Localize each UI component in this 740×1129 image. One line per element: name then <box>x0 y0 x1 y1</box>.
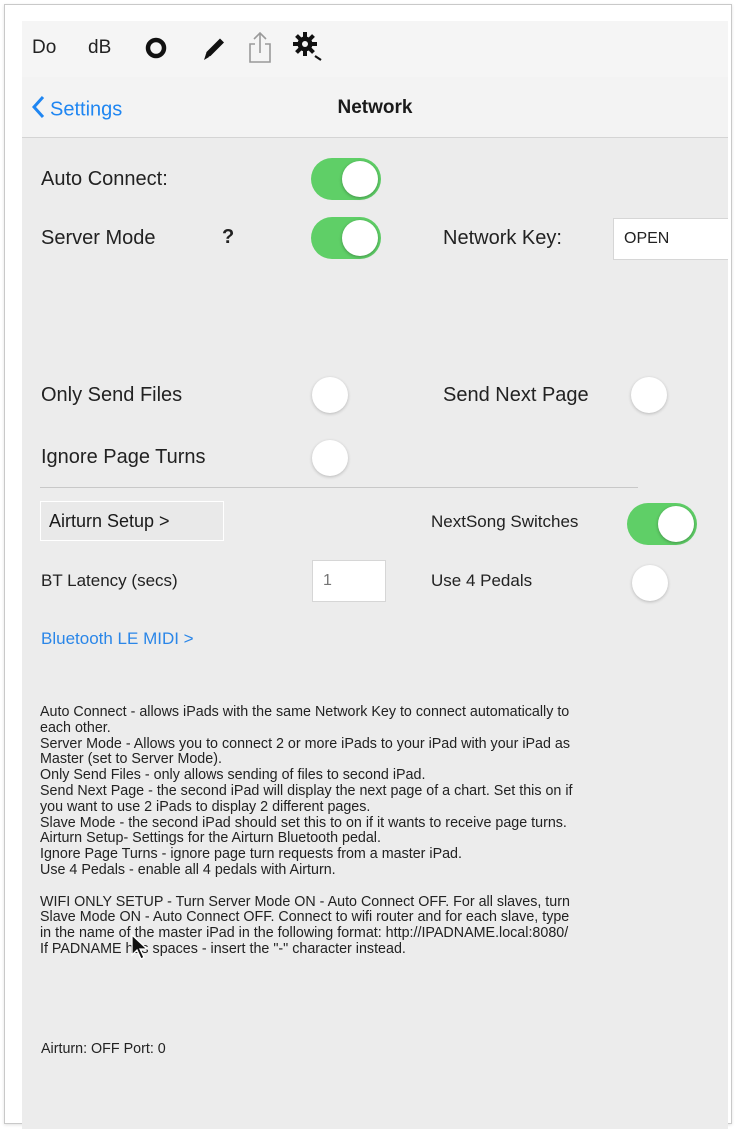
help-line: each other. <box>40 719 111 736</box>
page-title: Network <box>337 97 413 118</box>
help-line: Auto Connect - allows iPads with the sam… <box>40 704 570 720</box>
help-line: Airturn Setup- Settings for the Airturn … <box>40 830 381 847</box>
bluetooth-le-midi-link[interactable]: Bluetooth LE MIDI > <box>41 629 194 649</box>
share-icon[interactable] <box>246 31 274 71</box>
help-line: Only Send Files - only allows sending of… <box>40 767 426 784</box>
auto-connect-toggle[interactable] <box>311 158 381 200</box>
help-line <box>40 879 720 895</box>
ignore-page-turns-toggle[interactable] <box>312 438 352 480</box>
help-line: you want to use 2 iPads to display 2 dif… <box>40 798 371 815</box>
help-line: WIFI ONLY SETUP - Turn Server Mode ON - … <box>40 893 570 910</box>
network-key-input[interactable]: OPEN <box>613 218 728 260</box>
send-next-page-toggle[interactable] <box>631 375 671 417</box>
help-line: Send Next Page - the second iPad will di… <box>40 782 573 799</box>
toggle-knob <box>658 506 694 542</box>
section-divider <box>40 487 638 488</box>
navigation-bar: Settings Network <box>22 77 728 138</box>
toggle-knob <box>342 220 378 256</box>
network-key-label: Network Key: <box>443 227 562 249</box>
nextsong-switches-toggle[interactable] <box>627 503 697 545</box>
bt-latency-input[interactable] <box>312 560 386 602</box>
only-send-files-toggle[interactable] <box>312 375 352 417</box>
use-4-pedals-label: Use 4 Pedals <box>431 571 533 590</box>
pencil-icon[interactable] <box>200 33 228 69</box>
db-button[interactable]: dB <box>88 37 111 59</box>
send-next-page-label: Send Next Page <box>443 384 589 406</box>
toggle-knob <box>632 565 668 601</box>
server-mode-toggle[interactable] <box>311 217 381 259</box>
toggle-knob <box>312 377 348 413</box>
help-line: Slave Mode - the second iPad should set … <box>40 814 567 831</box>
nextsong-switches-label: NextSong Switches <box>431 512 579 531</box>
server-mode-help-button[interactable]: ? <box>222 226 234 249</box>
settings-screen: Do dB Settings Network Auto Connect: Ser… <box>22 21 728 1129</box>
gear-icon[interactable] <box>290 29 326 71</box>
toggle-knob <box>631 377 667 413</box>
record-icon[interactable] <box>143 35 169 67</box>
cursor-icon <box>130 933 150 966</box>
top-toolbar: Do dB <box>22 21 728 77</box>
ignore-page-turns-label: Ignore Page Turns <box>41 446 206 468</box>
toggle-knob <box>312 440 348 476</box>
use-4-pedals-toggle[interactable] <box>632 563 672 605</box>
toggle-knob <box>342 161 378 197</box>
help-text: Auto Connect - allows iPads with the sam… <box>40 704 720 958</box>
do-button[interactable]: Do <box>32 37 56 59</box>
bt-latency-label: BT Latency (secs) <box>41 571 178 590</box>
airturn-setup-button[interactable]: Airturn Setup > <box>40 501 224 541</box>
help-line: Master (set to Server Mode). <box>40 751 222 768</box>
server-mode-label: Server Mode <box>41 227 156 249</box>
window-frame: Do dB Settings Network Auto Connect: Ser… <box>4 4 732 1129</box>
help-line: Ignore Page Turns - ignore page turn req… <box>40 846 462 863</box>
help-line: Slave Mode ON - Auto Connect OFF. Connec… <box>40 909 570 926</box>
help-line: Use 4 Pedals - enable all 4 pedals with … <box>40 861 336 878</box>
auto-connect-label: Auto Connect: <box>41 168 168 190</box>
airturn-status: Airturn: OFF Port: 0 <box>41 1041 166 1057</box>
help-line: Server Mode - Allows you to connect 2 or… <box>40 735 571 752</box>
only-send-files-label: Only Send Files <box>41 384 183 406</box>
